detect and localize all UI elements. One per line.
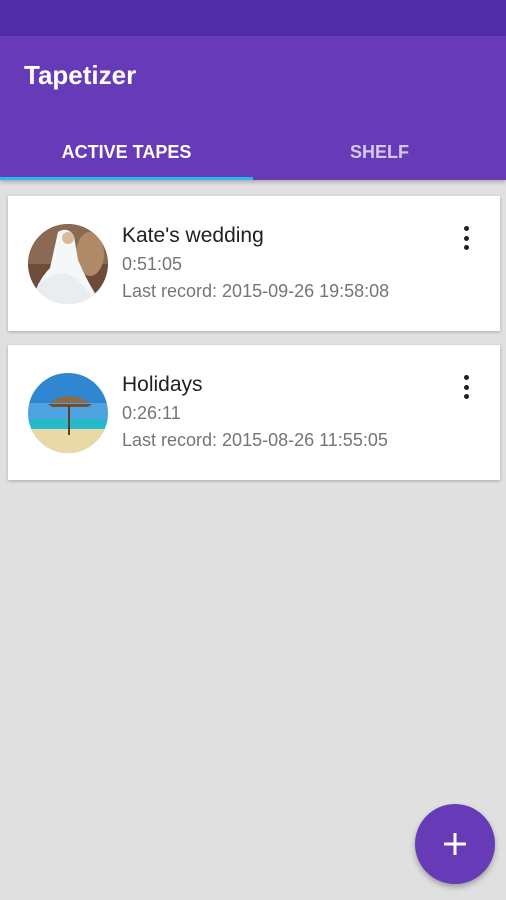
tab-bar: ACTIVE TAPES SHELF xyxy=(0,124,506,180)
plus-icon xyxy=(444,833,466,855)
add-tape-button[interactable] xyxy=(415,804,495,884)
tape-title: Holidays xyxy=(122,373,203,396)
tape-last-record: Last record: 2015-08-26 11:55:05 xyxy=(122,430,388,450)
tab-indicator xyxy=(0,177,253,180)
tape-title: Kate's wedding xyxy=(122,224,264,247)
tab-shelf-label: SHELF xyxy=(349,141,409,162)
more-vert-icon[interactable] xyxy=(454,224,478,252)
tape-card-holidays[interactable]: Holidays 0:26:11 Last record: 2015-08-26… xyxy=(8,345,500,480)
more-vert-icon[interactable] xyxy=(454,373,478,401)
app-title: Tapetizer xyxy=(24,60,137,90)
tape-thumbnail-wedding xyxy=(28,224,108,304)
tape-duration: 0:51:05 xyxy=(122,254,183,274)
wedding-photo-icon xyxy=(28,224,108,304)
tape-duration: 0:26:11 xyxy=(122,403,181,423)
tape-card-kates-wedding[interactable]: Kate's wedding 0:51:05 Last record: 2015… xyxy=(8,196,500,331)
status-bar xyxy=(0,0,506,36)
tab-active-tapes[interactable]: ACTIVE TAPES xyxy=(0,124,253,180)
tab-active-tapes-label: ACTIVE TAPES xyxy=(61,141,192,162)
tab-shelf[interactable]: SHELF xyxy=(253,124,506,180)
beach-photo-icon xyxy=(28,373,108,453)
app-bar: Tapetizer ACTIVE TAPES SHELF xyxy=(0,36,506,180)
tape-thumbnail-beach xyxy=(28,373,108,453)
tape-last-record: Last record: 2015-09-26 19:58:08 xyxy=(122,281,390,301)
